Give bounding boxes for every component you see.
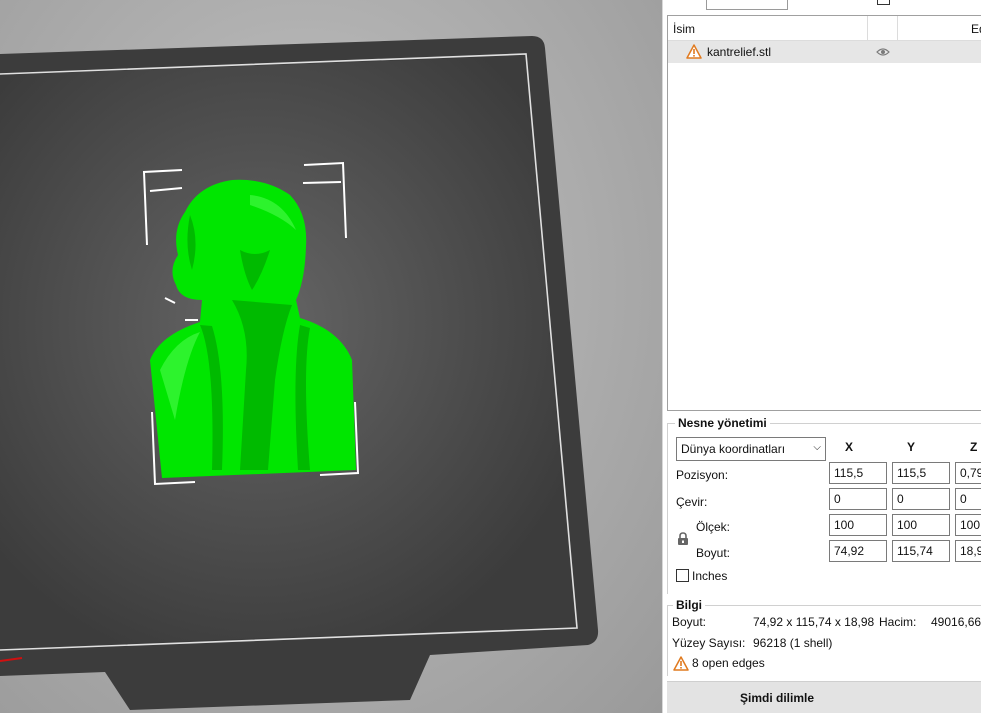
lock-icon[interactable] [677, 532, 689, 549]
size-z-field[interactable]: 18,98 [955, 540, 981, 562]
info-facets-label: Yüzey Sayısı: [672, 636, 746, 650]
truncated-checkbox[interactable] [877, 0, 890, 5]
rotate-label: Çevir: [676, 495, 708, 509]
info-size-label: Boyut: [672, 615, 707, 629]
info-facets-value: 96218 (1 shell) [753, 636, 833, 650]
rotate-y-field[interactable]: 0 [892, 488, 950, 510]
open-edges-warning-icon [673, 656, 689, 674]
position-label: Pozisyon: [676, 468, 729, 482]
object-list-header: İsim Ed [668, 16, 981, 41]
open-edges-text: 8 open edges [692, 656, 765, 670]
object-list[interactable]: İsim Ed kantrelief.stl [667, 15, 981, 411]
column-edit[interactable]: Ed [971, 22, 981, 36]
size-x-field[interactable]: 74,92 [829, 540, 887, 562]
coordinate-system-select[interactable]: Dünya koordinatları ⌵ [676, 437, 826, 461]
position-x-field[interactable]: 115,5 [829, 462, 887, 484]
right-sidebar: İsim Ed kantrelief.stl Nesne [662, 0, 981, 713]
inches-checkbox[interactable] [676, 569, 689, 582]
axis-x-header: X [845, 440, 854, 454]
scale-x-field[interactable]: 100 [829, 514, 887, 536]
position-y-field[interactable]: 115,5 [892, 462, 950, 484]
info-volume-label: Hacim: [879, 615, 917, 629]
info-size-value: 74,92 x 115,74 x 18,98 [753, 615, 875, 629]
slice-now-button[interactable]: Şimdi dilimle [667, 681, 981, 713]
chevron-down-icon: ⌵ [813, 442, 821, 453]
object-name: kantrelief.stl [707, 45, 772, 59]
size-label: Boyut: [696, 546, 731, 560]
scene-canvas[interactable] [0, 0, 662, 713]
position-z-field[interactable]: 0,79 [955, 462, 981, 484]
warning-icon [686, 44, 702, 62]
top-settings-strip [663, 0, 981, 10]
rotate-x-field[interactable]: 0 [829, 488, 887, 510]
scale-y-field[interactable]: 100 [892, 514, 950, 536]
info-title: Bilgi [673, 598, 705, 612]
object-manipulation-title: Nesne yönetimi [675, 416, 770, 430]
axis-z-header: Z [970, 440, 978, 454]
info-volume-value: 49016,66 [931, 615, 981, 629]
rotate-z-field[interactable]: 0 [955, 488, 981, 510]
object-list-item[interactable]: kantrelief.stl [668, 41, 981, 63]
column-name[interactable]: İsim [673, 22, 695, 36]
axis-y-header: Y [907, 440, 916, 454]
slice-now-label: Şimdi dilimle [739, 691, 814, 705]
scale-label: Ölçek: [696, 520, 731, 534]
truncated-input[interactable] [706, 0, 788, 10]
scale-z-field[interactable]: 100 [955, 514, 981, 536]
coordinate-system-value: Dünya koordinatları [681, 442, 786, 456]
eye-icon[interactable] [876, 46, 890, 60]
inches-label: Inches [692, 569, 728, 583]
size-y-field[interactable]: 115,74 [892, 540, 950, 562]
3d-viewport[interactable] [0, 0, 662, 713]
